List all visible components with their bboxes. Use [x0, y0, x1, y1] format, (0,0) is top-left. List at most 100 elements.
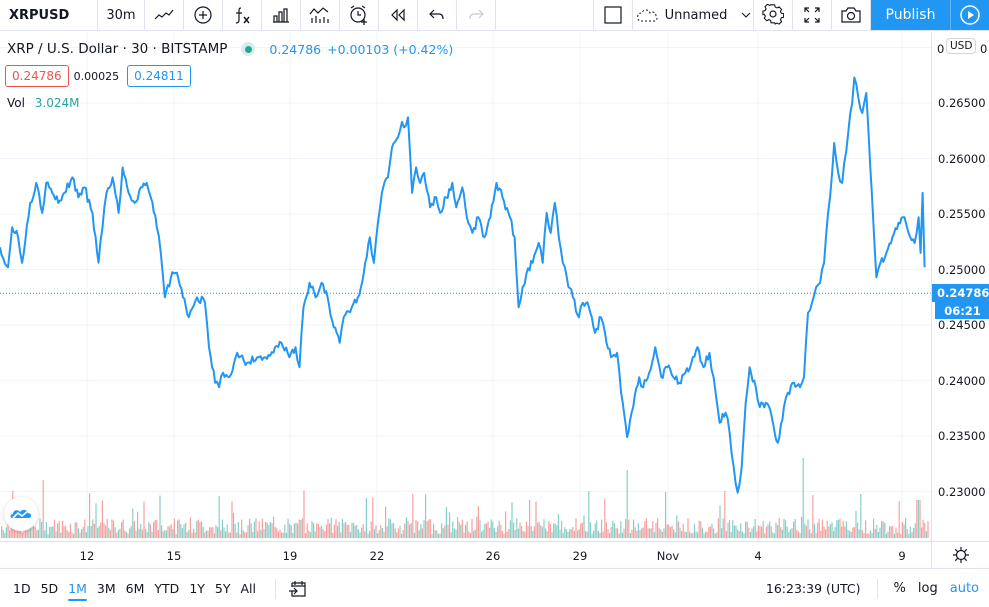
volume-bar	[287, 518, 289, 538]
settings-button[interactable]	[754, 0, 793, 30]
fullscreen-button[interactable]	[793, 0, 832, 30]
volume-bar	[81, 529, 83, 538]
volume-bar	[125, 531, 127, 538]
axis-settings-button[interactable]	[931, 541, 989, 569]
volume-bar	[314, 531, 316, 538]
volume-bar	[90, 526, 92, 538]
templates-button[interactable]	[301, 0, 340, 30]
percent-scale-toggle[interactable]: %	[894, 581, 906, 596]
volume-bar	[329, 523, 331, 538]
volume-bar	[615, 528, 617, 538]
undo-button[interactable]	[418, 0, 457, 30]
range-1y-button[interactable]: 1Y	[189, 581, 205, 596]
utc-clock[interactable]: 16:23:39 (UTC)	[766, 581, 861, 596]
volume-bar	[156, 519, 158, 538]
volume-bar	[719, 505, 721, 538]
buy-price-button[interactable]: 0.24811	[127, 65, 191, 87]
volume-bar	[585, 531, 587, 538]
volume-bar	[353, 522, 355, 538]
sell-price-button[interactable]: 0.24786	[5, 65, 69, 87]
interval-button[interactable]: 30m	[98, 0, 145, 30]
range-1d-button[interactable]: 1D	[13, 581, 31, 596]
volume-bar	[133, 521, 135, 538]
volume-bar	[620, 521, 622, 538]
range-all-button[interactable]: All	[241, 581, 257, 596]
price-axis[interactable]: 0 USD 0 0.26500 0.26000 0.25500 0.25000 0.24…	[931, 32, 989, 541]
market-status-icon[interactable]	[241, 42, 256, 56]
symbol-title[interactable]: XRP / U.S. Dollar · 30 · BITSTAMP	[7, 41, 227, 57]
range-5d-button[interactable]: 5D	[41, 581, 59, 596]
range-ytd-button[interactable]: YTD	[154, 581, 179, 596]
volume-bar	[681, 530, 683, 538]
volume-bar	[858, 529, 860, 538]
price-chart[interactable]	[0, 32, 931, 541]
range-3m-button[interactable]: 3M	[97, 581, 116, 596]
volume-bar	[764, 533, 766, 538]
volume-bar	[706, 531, 708, 538]
divider	[275, 578, 276, 599]
volume-bar	[458, 522, 460, 538]
volume-bar	[855, 510, 857, 538]
volume-label[interactable]: Vol	[7, 96, 25, 110]
time-tick-label: 15	[166, 549, 182, 563]
volume-bar	[413, 532, 415, 538]
log-scale-toggle[interactable]: log	[918, 581, 938, 596]
compare-button[interactable]	[184, 0, 223, 30]
financials-button[interactable]	[262, 0, 301, 30]
replay-button[interactable]	[379, 0, 418, 30]
cloud-logo-icon	[10, 509, 32, 519]
volume-bar	[873, 518, 875, 538]
volume-bar	[292, 532, 294, 538]
currency-button[interactable]: USD	[946, 38, 977, 54]
volume-bar	[812, 495, 814, 538]
publish-menu-button[interactable]	[951, 0, 989, 30]
indicators-button[interactable]	[223, 0, 262, 30]
symbol-search-button[interactable]: XRPUSD	[0, 0, 98, 30]
volume-bar	[173, 518, 175, 538]
volume-bar	[145, 528, 147, 538]
volume-bar	[207, 530, 209, 538]
chart-style-button[interactable]	[145, 0, 184, 30]
tradingview-logo-button[interactable]	[4, 497, 38, 531]
volume-bar	[602, 531, 604, 538]
volume-bar	[215, 525, 217, 538]
alert-button[interactable]	[340, 0, 379, 30]
volume-bar	[892, 525, 894, 538]
range-6m-button[interactable]: 6M	[126, 581, 145, 596]
time-axis[interactable]: 12 15 19 22 26 29 Nov 4 9	[0, 541, 931, 569]
compare-add-icon	[194, 6, 212, 24]
volume-bar	[548, 521, 550, 538]
volume-bar	[5, 527, 7, 538]
volume-bar	[277, 531, 279, 538]
range-5y-button[interactable]: 5Y	[215, 581, 231, 596]
volume-bar	[444, 525, 446, 538]
volume-bar	[738, 531, 740, 538]
volume-bar	[234, 523, 236, 538]
volume-bar	[332, 532, 334, 538]
volume-bar	[735, 525, 737, 538]
layout-name-button[interactable]: Unnamed	[633, 0, 754, 30]
volume-bar	[196, 520, 198, 538]
volume-bar	[761, 526, 763, 538]
volume-bar	[217, 527, 219, 538]
volume-bar	[505, 511, 507, 538]
volume-bar	[103, 523, 105, 538]
volume-bar	[330, 517, 332, 538]
snapshot-button[interactable]	[832, 0, 871, 30]
redo-button[interactable]	[457, 0, 496, 30]
select-button[interactable]	[594, 0, 633, 30]
volume-bar	[205, 530, 207, 538]
goto-date-button[interactable]	[288, 580, 308, 598]
volume-bar	[55, 531, 57, 538]
publish-button[interactable]: Publish	[871, 0, 951, 30]
volume-bar	[295, 522, 297, 538]
range-1m-button[interactable]: 1M	[68, 581, 87, 601]
volume-bar	[519, 522, 521, 538]
volume-bar	[511, 502, 513, 538]
volume-bar	[652, 521, 654, 538]
auto-scale-toggle[interactable]: auto	[950, 581, 979, 596]
chart-pane[interactable]: XRP / U.S. Dollar · 30 · BITSTAMP 0.2478…	[0, 32, 931, 541]
volume-bar	[506, 531, 508, 538]
volume-bar	[909, 526, 911, 538]
volume-bar	[772, 532, 774, 538]
